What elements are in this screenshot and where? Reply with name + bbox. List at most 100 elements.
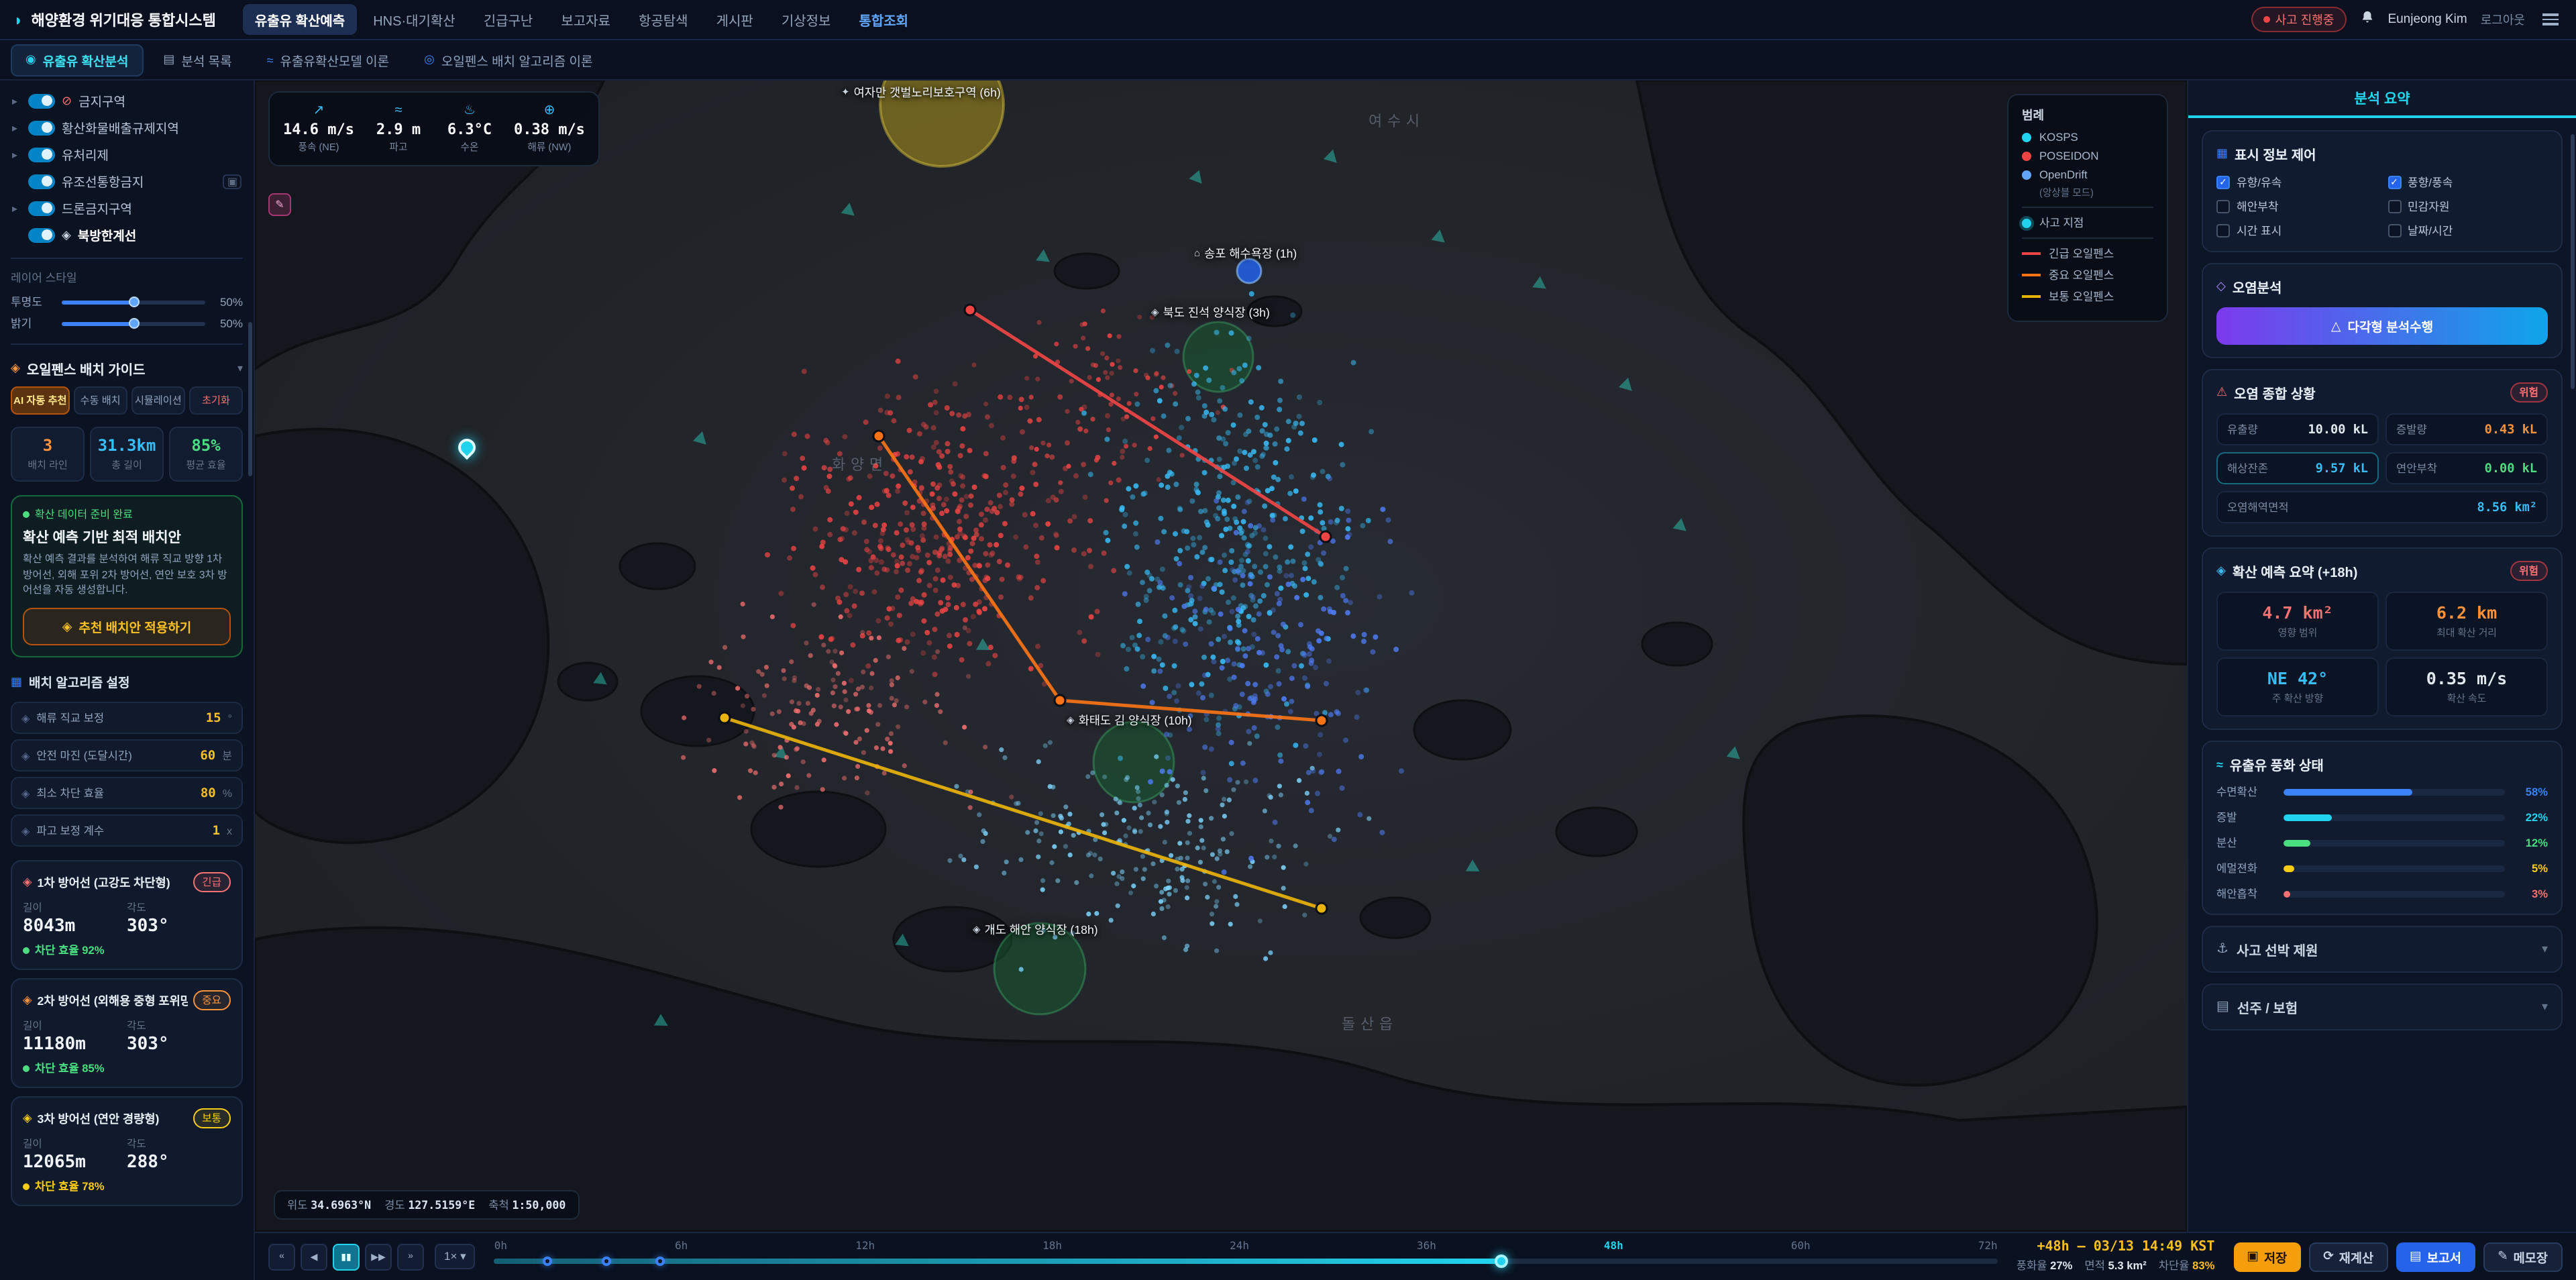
step-back-button[interactable]: ◀ [301, 1243, 327, 1270]
setting-value: 60 [200, 748, 215, 763]
recalculate-button[interactable]: ⟳재계산 [2308, 1242, 2388, 1271]
layer-toggle[interactable] [28, 147, 55, 162]
display-checkbox[interactable]: 시간 표시 [2216, 223, 2377, 239]
temperature-icon: ♨ [464, 103, 476, 118]
timeline-tick[interactable]: 24h [1230, 1239, 1249, 1251]
display-checkbox[interactable]: 민감자원 [2387, 199, 2548, 215]
topnav-item[interactable]: HNS·대기확산 [361, 4, 468, 35]
topnav-item[interactable]: 게시판 [704, 4, 765, 35]
pause-button[interactable]: ▮▮ [333, 1243, 360, 1270]
algo-setting-row[interactable]: ◈안전 마진 (도달시간)60분 [11, 739, 243, 771]
topnav-item[interactable]: 보고자료 [549, 4, 623, 35]
layer-toggle[interactable] [28, 174, 55, 189]
display-checkbox[interactable]: 해안부착 [2216, 199, 2377, 215]
speed-selector[interactable]: 1× ▾ [435, 1244, 476, 1269]
subtab[interactable]: ◎오일펜스 배치 알고리즘 이론 [409, 44, 607, 76]
pollution-status-title: 오염 종합 상황 [2234, 382, 2316, 403]
event-marker[interactable] [602, 1256, 612, 1265]
timeline-slider[interactable]: 0h 6h 12h 18h 24h 36h 48h 60h 72h [494, 1239, 1998, 1274]
timeline-tick[interactable]: 6h [675, 1239, 688, 1251]
panel-scrollbar[interactable] [2571, 134, 2575, 389]
topnav-item[interactable]: 유출유 확산예측 [243, 4, 357, 35]
site-label: ◈개도 해안 양식장 (18h) [973, 920, 1098, 938]
memo-button[interactable]: ✎메모장 [2483, 1242, 2563, 1271]
draw-tool-button[interactable]: ✎ [268, 193, 291, 216]
weather-metric: ⊕0.38 m/s해류 (NW) [514, 103, 585, 154]
logout-button[interactable]: 로그아웃 [2481, 11, 2525, 28]
save-button[interactable]: ▣저장 [2233, 1242, 2300, 1271]
collapsed-section[interactable]: ⚓사고 선박 제원▾ [2202, 926, 2563, 973]
guide-tab[interactable]: 수동 배치 [74, 386, 127, 415]
algo-setting-row[interactable]: ◈최소 차단 효율80% [11, 777, 243, 809]
display-checkbox[interactable]: ✓유향/유속 [2216, 174, 2377, 191]
forecast-title: 확산 예측 요약 (+18h) [2233, 561, 2358, 581]
timeline-tick[interactable]: 12h [855, 1239, 875, 1251]
algo-setting-row[interactable]: ◈파고 보정 계수1x [11, 814, 243, 847]
timeline-tick[interactable]: 0h [494, 1239, 507, 1251]
skip-start-button[interactable]: « [268, 1243, 295, 1270]
report-icon: ▤ [2410, 1249, 2422, 1264]
algo-setting-row[interactable]: ◈해류 직교 보정15° [11, 702, 243, 734]
layer-toggle[interactable] [28, 120, 55, 135]
notification-bell-icon[interactable] [2359, 7, 2374, 32]
fence-line-icon: ◈ [23, 993, 32, 1008]
apply-recommendation-button[interactable]: ◈ 추천 배치안 적용하기 [23, 608, 231, 645]
event-marker[interactable] [542, 1256, 551, 1265]
timeline-stat: 풍화율 27% [2017, 1257, 2073, 1273]
topnav-item[interactable]: 통합조회 [847, 4, 920, 35]
timeline-progress [494, 1258, 1501, 1263]
incident-dot-icon [2263, 16, 2270, 23]
chevron-down-icon: ▾ [2542, 942, 2548, 957]
expand-arrow-icon[interactable]: ▸ [12, 95, 21, 107]
setting-value: 15 [206, 710, 221, 725]
sidebar-scrollbar[interactable] [248, 322, 252, 476]
layer-label: 유처리제 [62, 145, 241, 164]
fast-forward-button[interactable]: ▶▶ [365, 1243, 392, 1270]
layer-settings-icon[interactable]: ▣ [223, 174, 241, 189]
skip-end-button[interactable]: » [397, 1243, 424, 1270]
topnav-item[interactable]: 긴급구난 [472, 4, 545, 35]
guide-tab[interactable]: AI 자동 추천 [11, 386, 70, 415]
layer-toggle[interactable] [28, 227, 55, 242]
timeline-tick[interactable]: 48h [1604, 1239, 1623, 1251]
topnav-item[interactable]: 기상정보 [769, 4, 843, 35]
collapsed-section[interactable]: ▤선주 / 보험▾ [2202, 983, 2563, 1030]
polygon-analysis-button[interactable]: △ 다각형 분석수행 [2216, 307, 2548, 345]
guide-tab[interactable]: 시뮬레이션 [131, 386, 185, 415]
event-marker[interactable] [655, 1256, 664, 1265]
display-checkbox[interactable]: ✓풍향/풍속 [2387, 174, 2548, 191]
expand-arrow-icon[interactable]: ▸ [12, 202, 21, 214]
brightness-slider[interactable] [62, 321, 205, 325]
timeline-tick[interactable]: 60h [1791, 1239, 1811, 1251]
layer-toggle[interactable] [28, 201, 55, 215]
timeline-tick[interactable]: 18h [1042, 1239, 1062, 1251]
expand-arrow-icon[interactable]: ▸ [12, 148, 21, 160]
topnav-item[interactable]: 항공탐색 [627, 4, 700, 35]
menu-icon[interactable] [2538, 10, 2563, 30]
timeline-handle[interactable] [1495, 1254, 1508, 1267]
timeline-tick[interactable]: 36h [1417, 1239, 1436, 1251]
fence-guide-header[interactable]: ◈ 오일펜스 배치 가이드 ▾ [11, 358, 243, 378]
timeline-tick[interactable]: 72h [1978, 1239, 1998, 1251]
priority-badge: 보통 [193, 1108, 231, 1128]
slider-value: 50% [213, 317, 243, 330]
subtab[interactable]: ◉유출유 확산분석 [11, 44, 143, 76]
fence-card[interactable]: ◈1차 방어선 (고강도 차단형)긴급길이8043m각도303°차단 효율 92… [11, 860, 243, 970]
display-control-card: ▦ 표시 정보 제어 ✓유향/유속✓풍향/풍속해안부착민감자원시간 표시날짜/시… [2202, 130, 2563, 252]
subtab[interactable]: ▤분석 목록 [148, 44, 246, 76]
slider-value: 50% [213, 295, 243, 309]
map-canvas[interactable]: ↗14.6 m/s풍속 (NE)≈2.9 m파고♨6.3°C수온⊕0.38 m/… [255, 81, 2187, 1232]
opacity-slider[interactable] [62, 300, 205, 304]
latitude-value: 34.6963°N [311, 1198, 371, 1212]
document-icon: ▤ [2216, 1000, 2229, 1014]
display-checkbox[interactable]: 날짜/시간 [2387, 223, 2548, 239]
expand-arrow-icon[interactable]: ▸ [12, 121, 21, 134]
report-button[interactable]: ▤보고서 [2396, 1242, 2475, 1271]
tab-analysis-summary[interactable]: 분석 요약 [2188, 81, 2576, 118]
fence-card[interactable]: ◈3차 방어선 (연안 경량형)보통길이12065m각도288°차단 효율 78… [11, 1096, 243, 1206]
fence-card[interactable]: ◈2차 방어선 (외해용 중형 포위망)중요길이11180m각도303°차단 효… [11, 978, 243, 1088]
layer-toggle[interactable] [28, 93, 55, 108]
polygon-icon: ◇ [2216, 279, 2226, 294]
subtab[interactable]: ≈유출유확산모델 이론 [252, 44, 405, 76]
guide-tab[interactable]: 초기화 [189, 386, 243, 415]
